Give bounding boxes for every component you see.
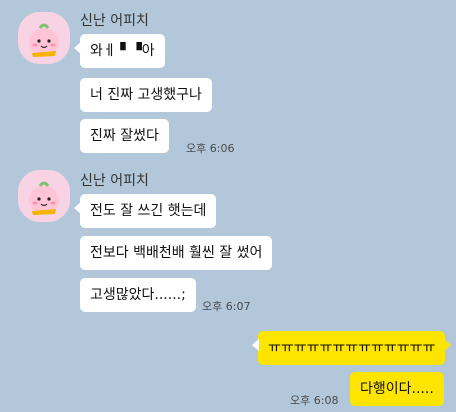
avatar[interactable]	[18, 170, 70, 222]
message-bubble[interactable]: 너 진짜 고생했구나	[80, 78, 212, 112]
message-text: ㅠㅠㅠㅠㅠㅠㅠㅠㅠㅠㅠㅠㅠ	[268, 340, 436, 356]
message-text: 전도 잘 쓰긴 햇는데	[90, 203, 207, 219]
message-text: 진짜 잘썼다	[90, 128, 159, 144]
message-bubble[interactable]: 진짜 잘썼다	[80, 119, 169, 153]
message-bubble[interactable]: 전도 잘 쓰긴 햇는데	[73, 194, 217, 228]
message-bubble[interactable]: 와ㅔ ▘▝아	[74, 34, 165, 68]
message-timestamp: 오후 6:07	[202, 300, 251, 313]
message-text: 전보다 백배천배 훨씬 잘 썼어	[90, 245, 263, 261]
message-bubble[interactable]: 전보다 백배천배 훨씬 잘 썼어	[80, 236, 273, 270]
sender-name: 신난 어피치	[80, 13, 149, 29]
message-text: 와ㅔ ▘▝아	[90, 43, 155, 59]
avatar[interactable]	[18, 12, 70, 64]
message-bubble[interactable]: 고생많았다......;	[80, 278, 196, 312]
message-timestamp: 오후 6:08	[290, 394, 339, 407]
apeach-icon	[18, 170, 70, 222]
sender-name: 신난 어피치	[80, 173, 149, 189]
my-message-bubble[interactable]: ㅠㅠㅠㅠㅠㅠㅠㅠㅠㅠㅠㅠㅠ	[251, 331, 452, 365]
message-timestamp: 오후 6:06	[186, 142, 235, 155]
message-text: 다행이다.....	[360, 381, 434, 397]
apeach-icon	[18, 12, 70, 64]
my-message-bubble[interactable]: 다행이다.....	[350, 372, 444, 406]
message-text: 고생많았다......;	[90, 287, 186, 303]
message-text: 너 진짜 고생했구나	[90, 87, 202, 103]
